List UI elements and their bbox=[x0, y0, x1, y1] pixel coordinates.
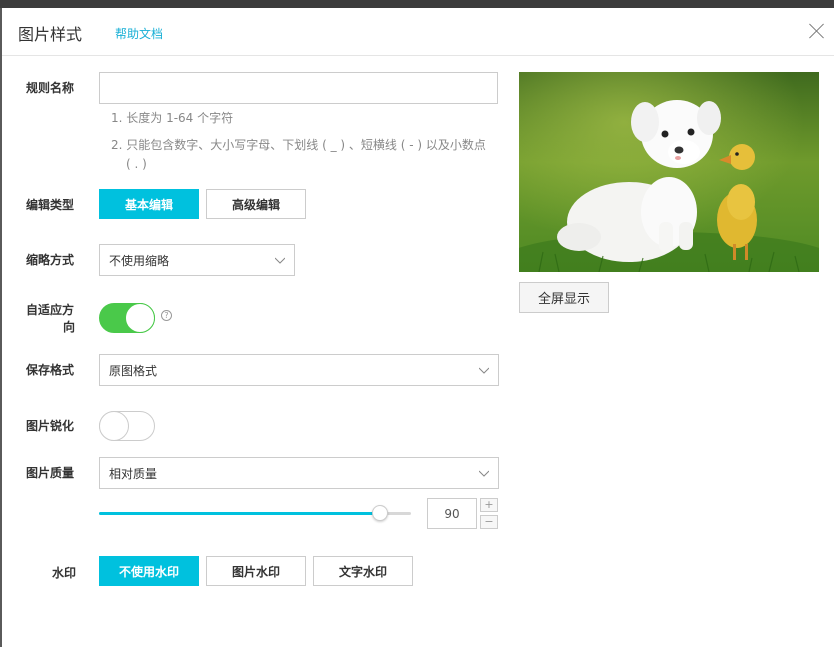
fullscreen-button[interactable]: 全屏显示 bbox=[519, 282, 609, 313]
advanced-edit-button[interactable]: 高级编辑 bbox=[206, 189, 306, 219]
adaptive-direction-toggle[interactable] bbox=[99, 303, 155, 333]
window-top-bar bbox=[0, 0, 834, 8]
rule-name-label: 规则名称 bbox=[26, 81, 75, 95]
rule-name-hint-2: 2. 只能包含数字、大小写字母、下划线 ( _ ) 、短横线 ( - ) 以及小… bbox=[111, 138, 486, 152]
chevron-down-icon bbox=[275, 257, 285, 264]
image-style-dialog: 图片样式 帮助文档 规则名称 1. 长度为 1-64 个字符 2. 只能包含数字… bbox=[2, 8, 834, 647]
sharpen-toggle[interactable] bbox=[99, 411, 155, 441]
text-watermark-button[interactable]: 文字水印 bbox=[313, 556, 413, 586]
quality-increment-button[interactable]: + bbox=[480, 498, 498, 512]
quality-select-value: 相对质量 bbox=[109, 466, 158, 481]
basic-edit-button[interactable]: 基本编辑 bbox=[99, 189, 199, 219]
sharpen-label: 图片锐化 bbox=[26, 419, 75, 433]
quality-decrement-button[interactable]: − bbox=[480, 515, 498, 529]
dialog-header: 图片样式 帮助文档 bbox=[2, 8, 834, 56]
adaptive-label-line1: 自适应方 bbox=[26, 303, 75, 317]
thumbnail-select-value: 不使用缩略 bbox=[109, 253, 170, 268]
quality-number-input[interactable]: 90 bbox=[427, 498, 477, 529]
help-question-icon[interactable]: ? bbox=[161, 310, 172, 321]
adaptive-label-line2: 向 bbox=[63, 320, 76, 334]
thumbnail-select[interactable]: 不使用缩略 bbox=[99, 244, 295, 276]
save-format-select-value: 原图格式 bbox=[109, 363, 158, 378]
rule-name-hint-3: ( . ) bbox=[126, 157, 147, 171]
chevron-down-icon bbox=[479, 367, 489, 374]
quality-slider-handle[interactable] bbox=[372, 505, 388, 521]
quality-select[interactable]: 相对质量 bbox=[99, 457, 499, 489]
no-watermark-button[interactable]: 不使用水印 bbox=[99, 556, 199, 586]
preview-image bbox=[519, 72, 819, 272]
help-docs-link[interactable]: 帮助文档 bbox=[115, 25, 163, 42]
close-icon[interactable] bbox=[808, 22, 826, 40]
watermark-label: 水印 bbox=[52, 566, 77, 580]
save-format-select[interactable]: 原图格式 bbox=[99, 354, 499, 386]
puppy-duckling-photo bbox=[519, 72, 819, 272]
save-format-label: 保存格式 bbox=[26, 363, 75, 377]
toggle-knob bbox=[99, 411, 129, 441]
quality-label: 图片质量 bbox=[26, 466, 75, 480]
toggle-knob bbox=[125, 303, 155, 333]
image-watermark-button[interactable]: 图片水印 bbox=[206, 556, 306, 586]
rule-name-input[interactable] bbox=[99, 72, 498, 104]
edit-type-label: 编辑类型 bbox=[26, 198, 75, 212]
dialog-title: 图片样式 bbox=[18, 25, 83, 44]
thumbnail-label: 缩略方式 bbox=[26, 253, 75, 267]
chevron-down-icon bbox=[479, 470, 489, 477]
rule-name-hint-1: 1. 长度为 1-64 个字符 bbox=[111, 111, 234, 125]
quality-slider[interactable] bbox=[99, 505, 411, 521]
quality-slider-fill bbox=[99, 512, 380, 515]
